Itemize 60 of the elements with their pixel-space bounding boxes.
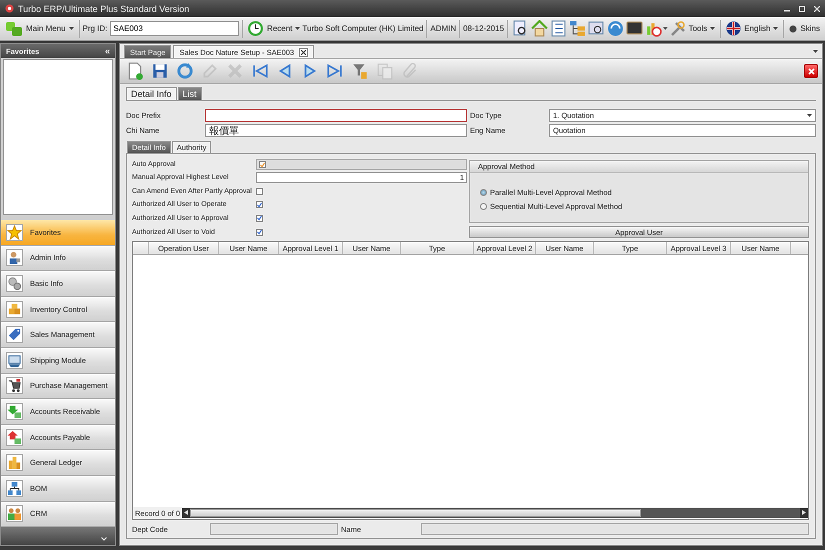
checkbox[interactable] [256,228,263,236]
caret-icon [807,114,812,117]
refresh-icon[interactable] [606,18,625,38]
hierarchy-icon[interactable] [568,18,587,38]
prg-id-field[interactable]: SAE003 [110,21,240,36]
text-field[interactable]: 報價單 [205,124,467,137]
maximize-icon[interactable] [799,6,805,12]
language-button[interactable]: English [724,21,780,36]
caret-icon [295,27,300,30]
form-tab[interactable]: Detail Info [126,87,177,100]
window-title: Turbo ERP/Ultimate Plus Standard Version [18,4,190,14]
user-name: ADMIN [430,24,456,33]
app-logo-icon [5,4,14,13]
caret-icon [68,27,74,30]
company-name: Turbo Soft Computer (HK) Limited [302,24,424,33]
skins-button[interactable]: Skins [787,24,822,33]
scroll-left-button[interactable] [182,508,190,518]
list-icon[interactable] [548,18,568,38]
boxes-icon [6,300,23,318]
star-icon [6,224,23,241]
caret-icon[interactable] [662,27,668,30]
close-button[interactable] [804,64,818,78]
tools-button[interactable]: Tools [668,20,718,36]
auto-approval-field[interactable] [256,159,467,170]
close-icon[interactable] [299,48,308,56]
hierarchy-icon [6,480,23,497]
horizontal-scrollbar[interactable] [182,508,808,518]
scroll-right-button[interactable] [800,508,808,518]
arrow-down-icon [6,402,23,420]
people-icon [6,505,23,522]
person-icon [6,249,23,266]
tag-icon [6,326,23,344]
gears-icon [6,274,23,292]
squares-icon [5,20,23,36]
flag-icon [726,21,742,36]
clock-icon[interactable] [246,18,266,38]
checkbox[interactable] [256,188,263,195]
date-text: 08-12-2015 [463,24,504,33]
coin-stack-icon [6,454,23,472]
main-menu-button[interactable]: Main Menu [3,20,76,36]
wrench-icon [670,20,686,36]
cart-icon [6,377,23,394]
form-tab[interactable]: List [178,87,202,100]
collapse-button[interactable]: « [104,46,110,56]
checkbox[interactable] [256,214,263,222]
checkbox[interactable] [259,161,266,168]
caret-icon [773,27,778,30]
monitor-icon [6,352,23,369]
caret-icon[interactable] [813,50,818,53]
text-field[interactable] [210,523,338,535]
circle-icon [789,24,798,32]
chevron-down-icon[interactable] [101,537,107,541]
prg-id-label: Prg ID: [82,24,108,33]
close-icon [808,68,814,74]
recent-button[interactable]: Recent [265,24,302,33]
text-field[interactable] [205,109,467,122]
text-field[interactable] [421,523,809,535]
arrow-up-icon [6,428,23,446]
checkbox[interactable] [256,201,263,208]
caret-icon [710,27,716,30]
